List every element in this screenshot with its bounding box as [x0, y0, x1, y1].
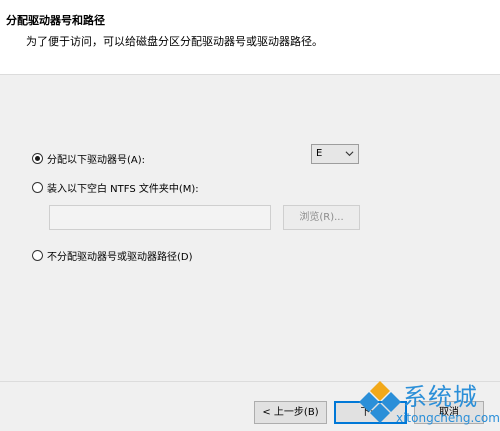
- watermark-cn-text: 系统城: [403, 383, 478, 411]
- chevron-down-icon: [345, 151, 354, 157]
- wizard-header: 分配驱动器号和路径 为了便于访问，可以给磁盘分区分配驱动器号或驱动器路径。: [0, 0, 500, 75]
- watermark: 系统城 xitongcheng.com: [357, 375, 500, 431]
- assign-letter-label: 分配以下驱动器号(A):: [47, 155, 146, 166]
- drive-letter-value: E: [316, 148, 323, 159]
- back-button[interactable]: < 上一步(B): [254, 401, 327, 424]
- browse-button[interactable]: 浏览(R)...: [283, 205, 360, 230]
- no-assign-label: 不分配驱动器号或驱动器路径(D): [47, 252, 193, 263]
- mount-folder-radio[interactable]: [32, 182, 43, 193]
- drive-letter-select[interactable]: E: [311, 144, 359, 164]
- assign-letter-option[interactable]: 分配以下驱动器号(A):: [32, 151, 145, 166]
- no-assign-radio[interactable]: [32, 250, 43, 261]
- mount-folder-option[interactable]: 装入以下空白 NTFS 文件夹中(M):: [32, 180, 199, 195]
- page-subtitle: 为了便于访问，可以给磁盘分区分配驱动器号或驱动器路径。: [26, 35, 323, 48]
- watermark-en-text: xitongcheng.com: [396, 411, 500, 425]
- page-title: 分配驱动器号和路径: [6, 14, 105, 27]
- no-assign-option[interactable]: 不分配驱动器号或驱动器路径(D): [32, 248, 193, 263]
- folder-path-input[interactable]: [49, 205, 271, 230]
- mount-folder-label: 装入以下空白 NTFS 文件夹中(M):: [47, 184, 199, 195]
- assign-letter-radio[interactable]: [32, 153, 43, 164]
